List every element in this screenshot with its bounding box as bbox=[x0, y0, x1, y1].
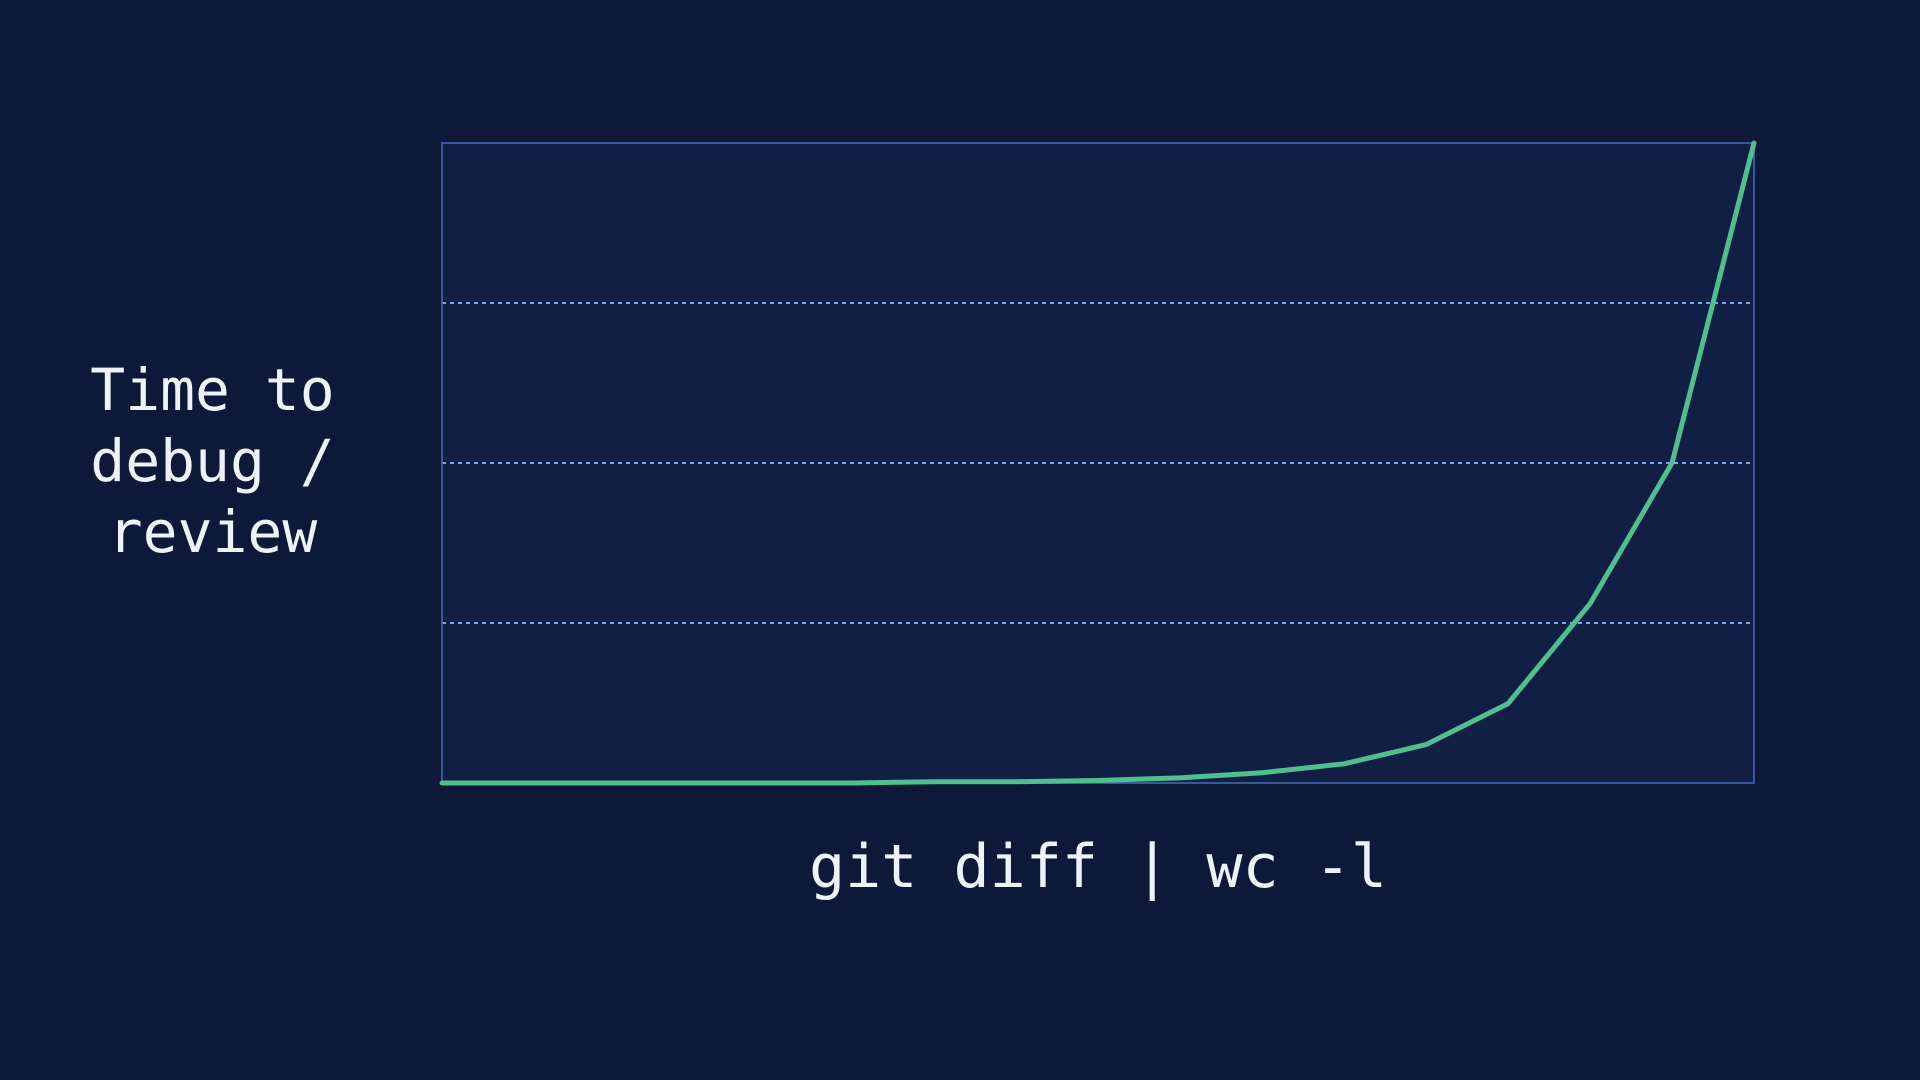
y-axis-label-line: review bbox=[107, 498, 318, 566]
y-axis-label-line: Time to bbox=[90, 356, 335, 424]
x-axis-label: git diff | wc -l bbox=[809, 832, 1387, 902]
y-axis-label: Time to debug / review bbox=[50, 355, 375, 568]
y-axis-label-line: debug / bbox=[90, 427, 335, 495]
chart-slide: Time to debug / review git diff | wc -l bbox=[0, 0, 1920, 1080]
